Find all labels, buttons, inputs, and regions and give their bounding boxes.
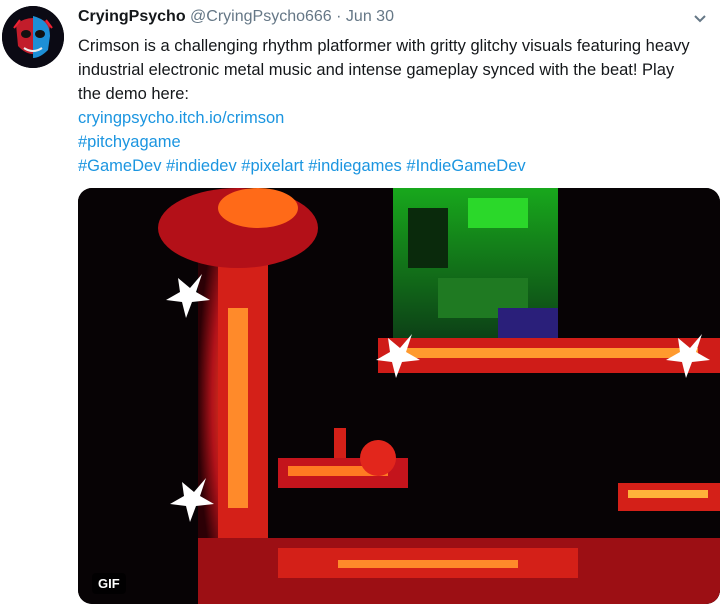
header-separator: · [336, 8, 342, 25]
demo-link[interactable]: cryingpsycho.itch.io/crimson [78, 109, 284, 127]
more-options-button[interactable] [692, 10, 708, 26]
gif-media[interactable]: GIF [78, 188, 720, 604]
chevron-down-icon [694, 15, 706, 23]
game-screenshot [78, 188, 720, 604]
hashtag-pitchyagame[interactable]: #pitchyagame [78, 133, 181, 151]
tweet-text: Crimson is a challenging rhythm platform… [78, 34, 698, 178]
tweet-header: CryingPsycho @CryingPsycho666 · Jun 30 [78, 6, 680, 28]
author-name[interactable]: CryingPsycho [78, 8, 186, 25]
tweet-body: Crimson is a challenging rhythm platform… [78, 37, 690, 103]
hashtag-pixelart[interactable]: #pixelart [241, 157, 303, 175]
hashtag-gamedev[interactable]: #GameDev [78, 157, 161, 175]
tweet-date[interactable]: Jun 30 [346, 8, 394, 25]
gif-badge: GIF [92, 573, 126, 594]
avatar-icon [2, 6, 64, 68]
hashtag-indiegames[interactable]: #indiegames [308, 157, 402, 175]
author-handle[interactable]: @CryingPsycho666 [190, 8, 332, 25]
hashtag-indiegamedev[interactable]: #IndieGameDev [406, 157, 525, 175]
hashtag-indiedev[interactable]: #indiedev [166, 157, 237, 175]
avatar[interactable] [2, 6, 64, 68]
